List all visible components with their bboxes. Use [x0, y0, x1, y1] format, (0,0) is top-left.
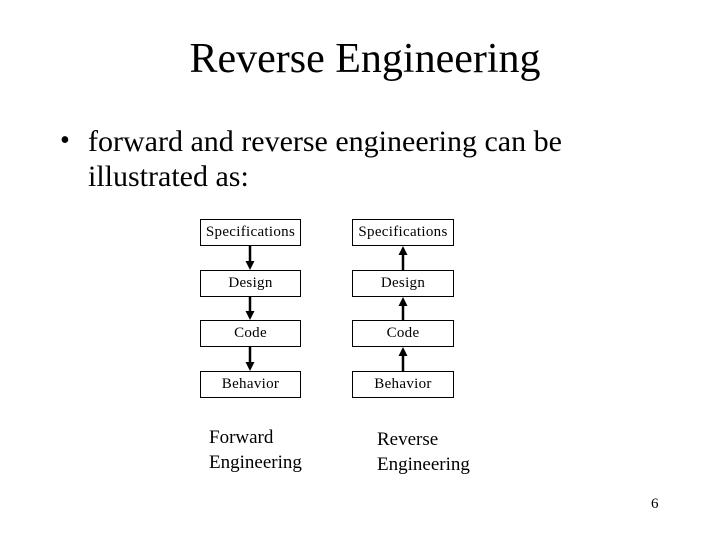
- reverse-arrow-code-to-design: [398, 297, 408, 320]
- forward-arrow-spec-to-design: [245, 246, 255, 270]
- reverse-arrow-design-to-spec: [398, 246, 408, 270]
- page-number: 6: [651, 496, 659, 512]
- reverse-arrow-behavior-to-code: [398, 347, 408, 371]
- forward-arrow-code-to-behavior: [245, 347, 255, 371]
- diagram-arrows: [245, 246, 408, 371]
- forward-arrow-design-to-code: [245, 297, 255, 320]
